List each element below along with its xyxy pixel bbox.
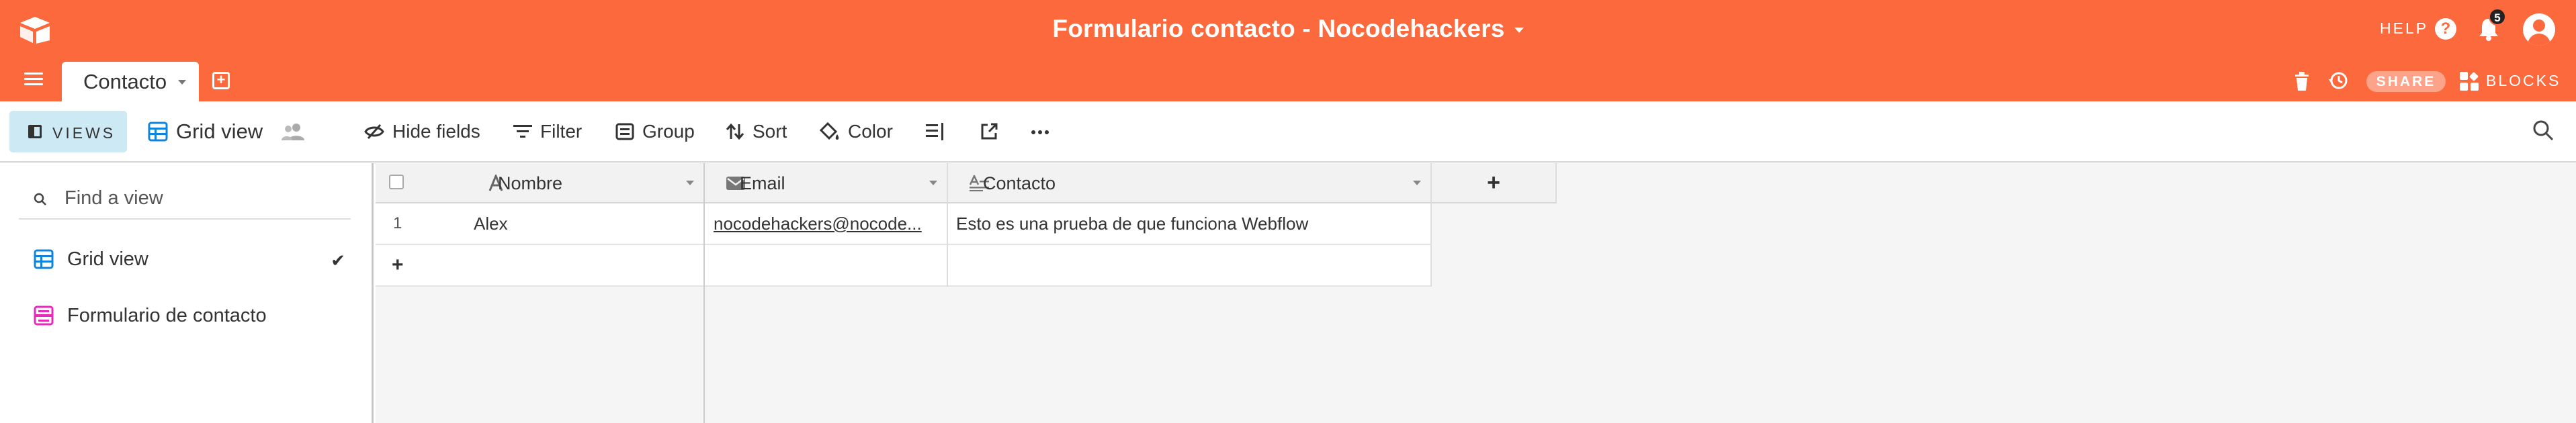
find-view-input[interactable]	[65, 186, 333, 210]
share-button[interactable]: SHARE	[2366, 71, 2446, 92]
sidebar-icon	[28, 125, 42, 138]
sort-icon	[726, 123, 744, 140]
chevron-down-icon[interactable]	[178, 80, 186, 85]
group-icon	[615, 123, 634, 140]
column-header-label: Email	[740, 173, 785, 193]
sidebar-item-grid-view[interactable]: Grid view ✔	[19, 238, 351, 280]
notification-badge: 5	[2489, 8, 2506, 26]
tab-label: Contacto	[83, 70, 167, 93]
base-title[interactable]: Formulario contacto - Nocodehackers	[0, 15, 2576, 43]
filter-button[interactable]: Filter	[513, 115, 582, 148]
trash-icon[interactable]	[2294, 71, 2310, 91]
cell-email[interactable]: nocodehackers@nocode...	[714, 203, 942, 244]
current-view-name: Grid view	[176, 120, 263, 143]
share-view-icon[interactable]	[980, 122, 998, 141]
row-number: 1	[393, 214, 402, 232]
tab-contacto[interactable]: Contacto	[62, 62, 199, 101]
paint-bucket-icon	[820, 122, 839, 140]
avatar[interactable]	[2523, 13, 2555, 46]
views-label: VIEWS	[52, 124, 116, 142]
color-button[interactable]: Color	[820, 115, 893, 148]
add-field-button[interactable]: +	[1432, 163, 1557, 203]
filter-label: Filter	[540, 121, 583, 142]
color-label: Color	[848, 121, 893, 142]
grid-icon	[34, 249, 54, 269]
column-header-nombre[interactable]: Nombre	[376, 163, 705, 203]
top-bar: Formulario contacto - Nocodehackers HELP…	[0, 0, 2576, 101]
chevron-down-icon[interactable]	[686, 181, 694, 185]
filter-icon	[513, 125, 532, 138]
add-row-button[interactable]: +	[392, 245, 419, 285]
select-all-checkbox[interactable]	[389, 175, 404, 189]
group-label: Group	[642, 121, 695, 142]
add-table-button[interactable]: +	[212, 72, 230, 89]
row-height-icon[interactable]	[926, 123, 945, 142]
base-title-text: Formulario contacto - Nocodehackers	[1052, 15, 1505, 42]
chevron-down-icon[interactable]	[929, 181, 937, 185]
views-sidebar: Grid view ✔ Formulario de contacto	[0, 163, 374, 423]
column-divider	[1430, 203, 1432, 287]
column-header-contacto[interactable]: Contacto	[948, 163, 1432, 203]
column-header-label: Contacto	[983, 173, 1056, 193]
current-view-button[interactable]: Grid view	[148, 115, 314, 148]
help-icon[interactable]: ?	[2435, 18, 2456, 40]
column-divider	[947, 203, 948, 287]
group-button[interactable]: Group	[615, 115, 695, 148]
more-options-icon[interactable]	[1031, 130, 1049, 135]
table-row[interactable]: 1 Alex nocodehackers@nocode... Esto es u…	[376, 203, 1432, 245]
form-icon	[34, 306, 54, 326]
records-grid: Nombre Email Contacto + 1 Alex nocodehac…	[376, 163, 2576, 423]
view-toolbar: VIEWS Grid view Hide fields Filter Group…	[0, 101, 2576, 162]
frozen-column-divider	[703, 163, 705, 423]
cell-contacto[interactable]: Esto es una prueba de que funciona Webfl…	[956, 203, 1426, 244]
grid-icon	[148, 122, 168, 142]
chevron-down-icon[interactable]	[1413, 181, 1421, 185]
search-icon	[34, 193, 46, 205]
sort-button[interactable]: Sort	[726, 115, 787, 148]
sidebar-item-label: Grid view	[67, 248, 148, 270]
add-row[interactable]: +	[376, 245, 1432, 287]
cell-nombre[interactable]: Alex	[474, 203, 695, 244]
sidebar-item-formulario-de-contacto[interactable]: Formulario de contacto	[19, 295, 351, 336]
checkmark-icon: ✔	[331, 250, 345, 271]
search-icon[interactable]	[2532, 119, 2554, 142]
blocks-button[interactable]: BLOCKS	[2486, 72, 2561, 90]
column-header-label: Nombre	[498, 173, 563, 193]
views-toggle-button[interactable]: VIEWS	[9, 111, 127, 152]
menu-icon[interactable]	[24, 73, 43, 86]
chevron-down-icon	[1514, 28, 1524, 34]
history-icon[interactable]	[2327, 70, 2349, 91]
sort-label: Sort	[753, 121, 787, 142]
find-view-field[interactable]	[19, 179, 351, 220]
help-button[interactable]: HELP	[2380, 19, 2428, 38]
hide-fields-label: Hide fields	[392, 121, 480, 142]
sidebar-item-label: Formulario de contacto	[67, 304, 267, 326]
column-header-email[interactable]: Email	[705, 163, 948, 203]
collaborators-icon[interactable]	[282, 122, 306, 141]
hide-fields-button[interactable]: Hide fields	[364, 115, 480, 148]
blocks-icon[interactable]	[2459, 71, 2479, 91]
eye-slash-icon	[364, 124, 384, 140]
